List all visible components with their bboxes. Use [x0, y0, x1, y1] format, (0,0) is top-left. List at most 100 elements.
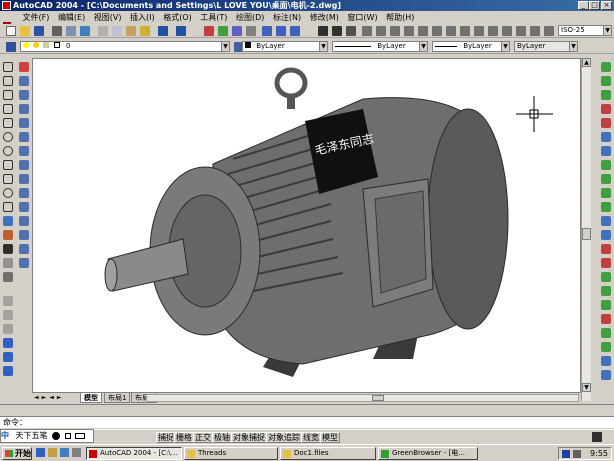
plotstyle-control-select[interactable]: ByLayer ▼: [514, 41, 578, 52]
3d-zoom-icon[interactable]: [601, 342, 611, 352]
network-tray-icon[interactable]: [562, 450, 570, 458]
undo-icon[interactable]: [158, 26, 168, 36]
sphere-solid-icon[interactable]: [3, 310, 13, 320]
rotate-icon[interactable]: [19, 146, 29, 156]
dimension-edit-icon[interactable]: [530, 26, 540, 36]
array-icon[interactable]: [19, 118, 29, 128]
open-folder-icon[interactable]: [20, 26, 30, 36]
menu-modify[interactable]: 修改(M): [307, 11, 342, 24]
construction-line-icon[interactable]: [346, 26, 356, 36]
chevron-down-icon[interactable]: ▼: [603, 26, 611, 35]
publish-icon[interactable]: [80, 26, 90, 36]
menu-dimension[interactable]: 标注(N): [270, 11, 304, 24]
copy-icon[interactable]: [112, 26, 122, 36]
properties-icon[interactable]: [232, 26, 242, 36]
ortho-toggle[interactable]: 正交: [193, 432, 213, 443]
shade-icon[interactable]: [601, 244, 611, 254]
front-view-icon[interactable]: [601, 356, 611, 366]
extend-icon[interactable]: [19, 202, 29, 212]
scale-icon[interactable]: [19, 160, 29, 170]
taskbar-item-autocad[interactable]: AutoCAD 2004 - [C:\...: [86, 447, 182, 460]
ime-bar[interactable]: 中 天下五笔: [0, 429, 94, 443]
statistics-icon[interactable]: [601, 230, 611, 240]
render-preferences-icon[interactable]: [601, 216, 611, 226]
minimize-button[interactable]: _: [578, 1, 589, 10]
model-toggle[interactable]: 模型: [320, 432, 340, 443]
scroll-down-arrow-icon[interactable]: ▼: [582, 383, 591, 392]
fillet-icon[interactable]: [19, 244, 29, 254]
dimension-aligned-icon[interactable]: [376, 26, 386, 36]
horizontal-scrollbar[interactable]: [146, 394, 579, 402]
zoom-window-icon[interactable]: [276, 26, 286, 36]
polyline-icon[interactable]: [332, 26, 342, 36]
rectangle-tool-icon[interactable]: [3, 118, 13, 128]
construction-line-tool-icon[interactable]: [3, 76, 13, 86]
save-icon[interactable]: [34, 26, 44, 36]
chevron-down-icon[interactable]: ▼: [319, 42, 327, 51]
iso-view-icon[interactable]: [601, 370, 611, 380]
polygon-tool-icon[interactable]: [3, 104, 13, 114]
snap-toggle[interactable]: 捕捉: [156, 432, 176, 443]
cone-solid-icon[interactable]: [3, 338, 13, 348]
background-icon[interactable]: [601, 146, 611, 156]
region-tool-icon[interactable]: [3, 272, 13, 282]
dimension-ordinate-icon[interactable]: [390, 26, 400, 36]
linetype-control-select[interactable]: ByLayer ▼: [332, 41, 428, 52]
menu-format[interactable]: 格式(O): [160, 11, 195, 24]
mirror-icon[interactable]: [19, 90, 29, 100]
maximize-button[interactable]: □: [589, 1, 600, 10]
mapping-icon[interactable]: [601, 132, 611, 142]
paste-icon[interactable]: [126, 26, 136, 36]
line-icon[interactable]: [318, 26, 328, 36]
continue-dimension-icon[interactable]: [474, 26, 484, 36]
redo-icon[interactable]: [176, 26, 186, 36]
copy-object-icon[interactable]: [19, 76, 29, 86]
half-width-icon[interactable]: [52, 431, 61, 440]
plot-preview-icon[interactable]: [66, 26, 76, 36]
edit-landscape-icon[interactable]: [601, 188, 611, 198]
menu-view[interactable]: 视图(V): [91, 11, 125, 24]
insert-block-tool-icon[interactable]: [3, 216, 13, 226]
dimension-style-select[interactable]: ISO-25 ▼: [558, 25, 612, 36]
ellipse-arc-tool-icon[interactable]: [3, 202, 13, 212]
chevron-down-icon[interactable]: ▼: [221, 42, 229, 51]
render-icon[interactable]: [601, 62, 611, 72]
layer-manager-icon[interactable]: [6, 42, 16, 52]
menu-draw[interactable]: 绘图(D): [233, 11, 267, 24]
dimension-diameter-icon[interactable]: [418, 26, 428, 36]
dimension-angular-icon[interactable]: [432, 26, 442, 36]
zoom-realtime-icon[interactable]: [262, 26, 272, 36]
quicklaunch-ie-icon[interactable]: [36, 448, 45, 457]
wireframe-icon[interactable]: [601, 300, 611, 310]
erase-icon[interactable]: [19, 62, 29, 72]
tab-navigation-arrows[interactable]: ◄►◄►: [34, 394, 78, 402]
spline-tool-icon[interactable]: [3, 174, 13, 184]
stretch-icon[interactable]: [19, 174, 29, 184]
chevron-down-icon[interactable]: ▼: [419, 42, 427, 51]
new-file-icon[interactable]: [6, 26, 16, 36]
lineweight-toggle[interactable]: 线宽: [301, 432, 321, 443]
cut-icon[interactable]: [98, 26, 108, 36]
taskbar-item-threads[interactable]: Threads: [184, 447, 278, 460]
quick-dimension-icon[interactable]: [446, 26, 456, 36]
chevron-down-icon[interactable]: ▼: [501, 42, 509, 51]
menu-insert[interactable]: 插入(I): [127, 11, 158, 24]
dimension-radius-icon[interactable]: [404, 26, 414, 36]
horizontal-scroll-thumb[interactable]: [372, 395, 384, 401]
menu-edit[interactable]: 编辑(E): [55, 11, 88, 24]
menu-tools[interactable]: 工具(T): [197, 11, 230, 24]
punctuation-icon[interactable]: [64, 432, 71, 439]
design-center-icon[interactable]: [218, 26, 228, 36]
communication-center-icon[interactable]: [592, 432, 602, 442]
quicklaunch-desktop-icon[interactable]: [48, 448, 57, 457]
hidden-icon[interactable]: [601, 258, 611, 268]
quicklaunch-outlook-icon[interactable]: [60, 448, 69, 457]
move-icon[interactable]: [19, 132, 29, 142]
tab-model[interactable]: 模型: [80, 393, 102, 403]
tool-palette-icon[interactable]: [204, 26, 214, 36]
grid-toggle[interactable]: 栅格: [174, 432, 194, 443]
start-button[interactable]: 开始: [2, 447, 32, 460]
cylinder-solid-icon[interactable]: [3, 324, 13, 334]
3d-pan-icon[interactable]: [601, 328, 611, 338]
taskbar-item-doc1-files[interactable]: Doc1.files: [280, 447, 376, 460]
